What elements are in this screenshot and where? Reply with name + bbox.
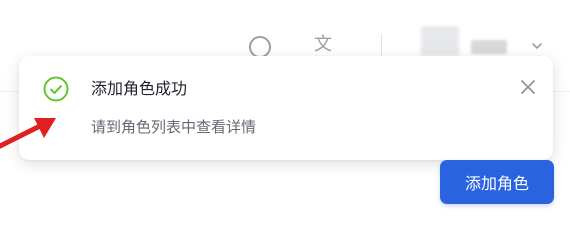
success-toast: 添加角色成功 请到角色列表中查看详情	[19, 56, 553, 160]
toast-description: 请到角色列表中查看详情	[91, 118, 257, 136]
avatar[interactable]	[421, 26, 459, 56]
add-role-button[interactable]: 添加角色	[440, 160, 554, 204]
annotation-arrow	[0, 118, 56, 149]
page: 文 添加角色成功 请到角色列表中查看详情 添加角色	[0, 0, 570, 242]
user-name[interactable]	[471, 40, 507, 54]
header-divider	[381, 34, 382, 56]
close-icon[interactable]	[519, 78, 537, 96]
check-circle-icon	[43, 76, 69, 102]
toast-title: 添加角色成功	[91, 79, 188, 98]
chevron-down-icon[interactable]	[531, 40, 543, 52]
translate-icon[interactable]: 文	[312, 35, 334, 55]
question-circle-icon[interactable]	[249, 36, 271, 58]
